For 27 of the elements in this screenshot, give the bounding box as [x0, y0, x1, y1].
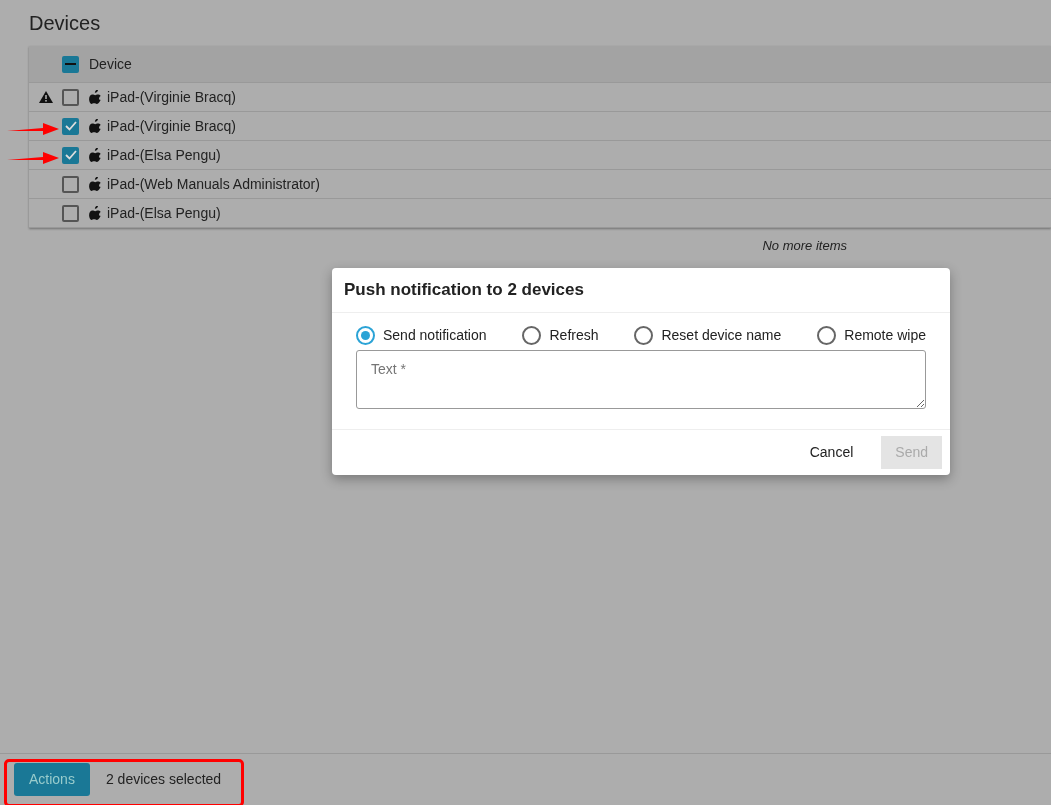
selection-status: 2 devices selected [105, 770, 222, 789]
radio-option[interactable]: Remote wipe [817, 324, 926, 346]
no-more-items-text: No more items [761, 237, 848, 255]
apple-icon [89, 90, 101, 104]
row-checkbox[interactable] [62, 204, 79, 222]
text-field[interactable]: Text * [356, 349, 926, 409]
radio-option[interactable]: Refresh [522, 324, 599, 346]
radio-option[interactable]: Send notification [356, 324, 487, 346]
apple-icon [89, 177, 101, 191]
apple-icon [89, 206, 101, 220]
device-name: iPad-(Elsa Pengu) [107, 203, 221, 223]
device-name: iPad-(Web Manuals Administrator) [107, 174, 320, 194]
apple-icon [89, 119, 101, 133]
device-name: iPad-(Virginie Bracq) [107, 87, 236, 107]
row-checkbox[interactable] [62, 146, 79, 164]
dialog-title: Push notification to 2 devices [332, 268, 950, 313]
row-checkbox[interactable] [62, 117, 79, 135]
device-name: iPad-(Virginie Bracq) [107, 116, 236, 136]
select-all-checkbox[interactable] [62, 55, 79, 73]
row-checkbox[interactable] [62, 88, 79, 106]
column-header: Device [89, 54, 132, 74]
row-checkbox[interactable] [62, 175, 79, 193]
page-title: Devices [29, 11, 102, 36]
apple-icon [89, 148, 101, 162]
device-name: iPad-(Elsa Pengu) [107, 145, 221, 165]
radio-option[interactable]: Reset device name [634, 324, 782, 346]
cancel-button[interactable]: Cancel [805, 435, 858, 469]
